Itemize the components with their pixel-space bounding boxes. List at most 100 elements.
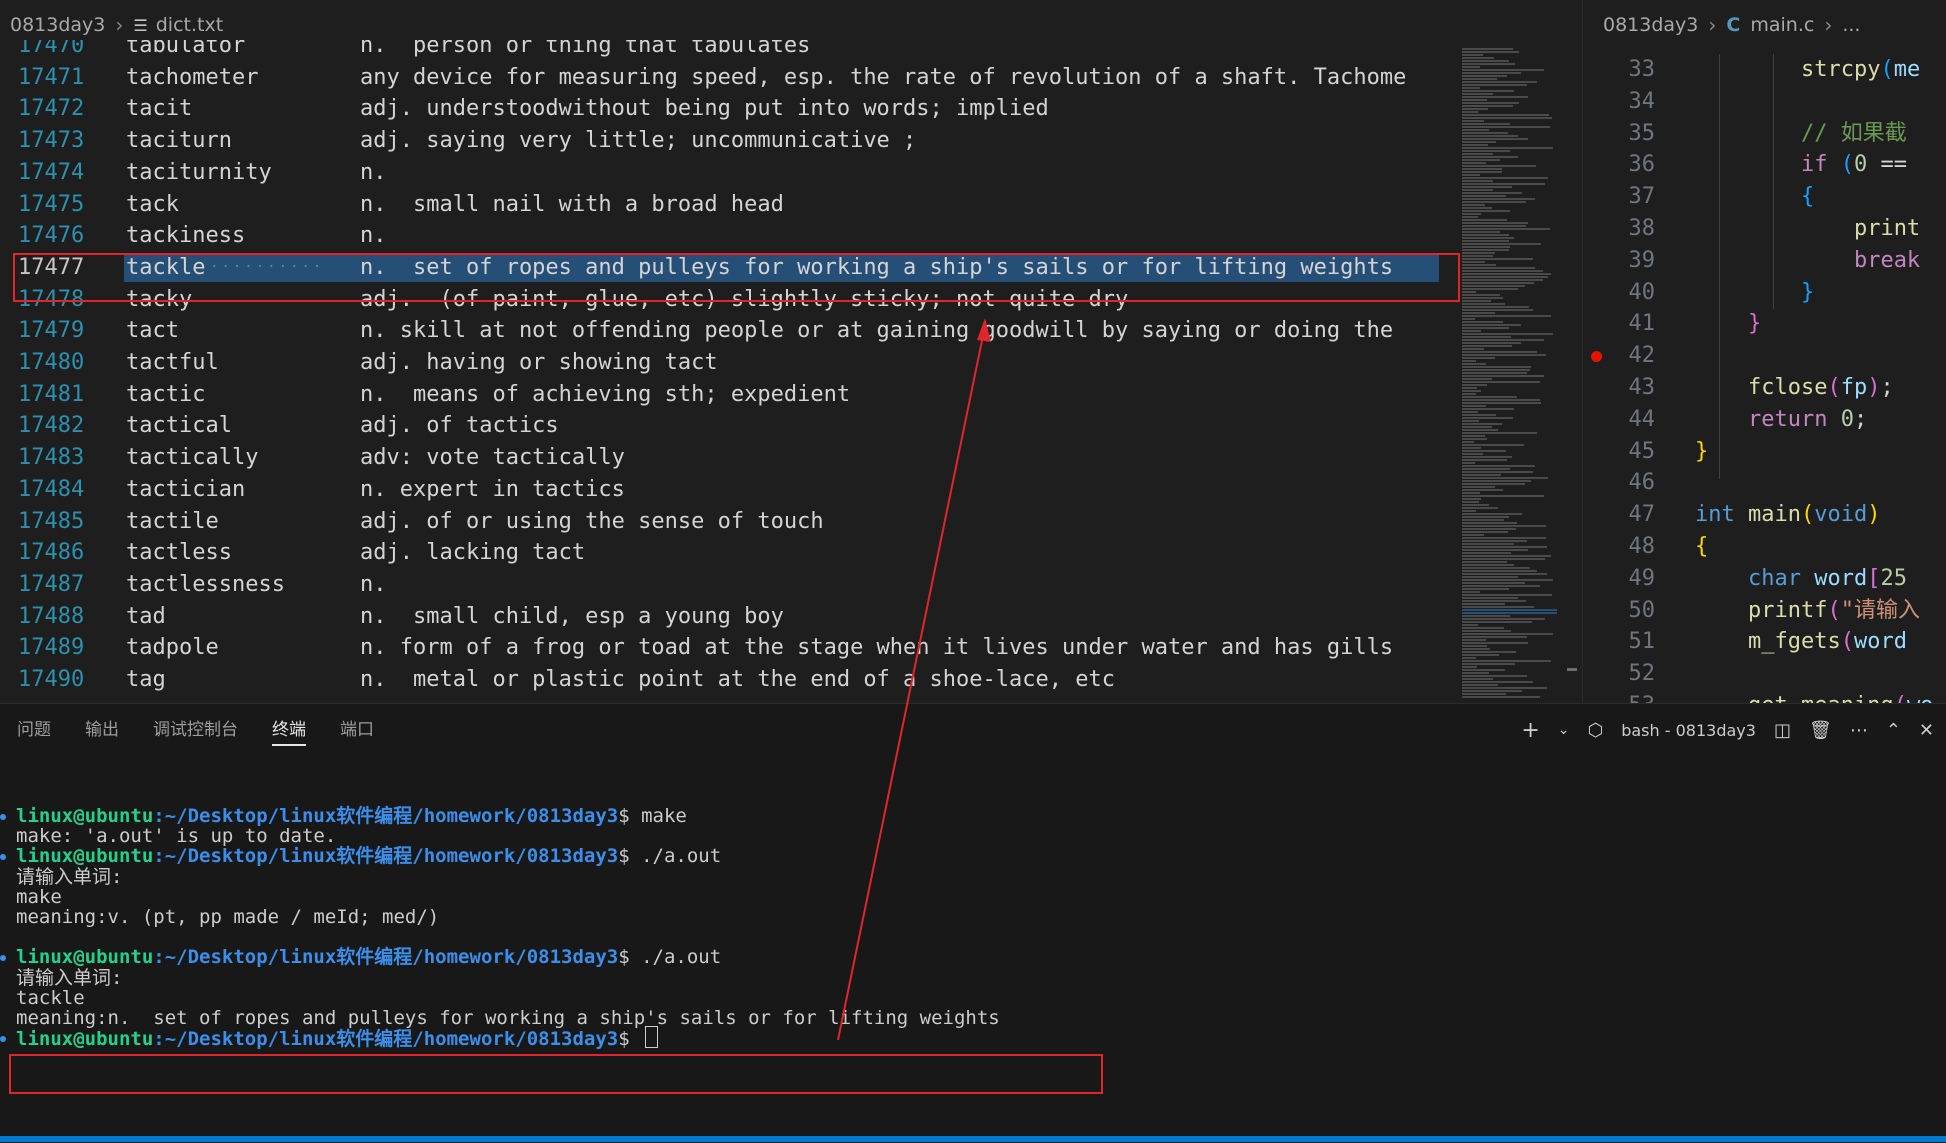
dict-line[interactable]: 17474 taciturnity n. (0, 157, 1460, 189)
code-line[interactable]: 45} (1583, 436, 1946, 468)
tab-3[interactable]: 终端 (255, 704, 323, 756)
code-line[interactable]: 41 } (1583, 308, 1946, 340)
terminal-name[interactable]: bash - 0813day3 (1621, 721, 1756, 740)
minimap-line (1462, 495, 1545, 497)
dict-line[interactable]: 17470 tabulator n. person or thing that ta… (0, 40, 1460, 62)
code-line[interactable]: 40 } (1583, 277, 1946, 309)
command-text: ./a.out (641, 946, 722, 969)
dict-line[interactable]: 17476 tackiness n. (0, 220, 1460, 252)
code-line[interactable]: 44 return 0; (1583, 404, 1946, 436)
dict-line[interactable]: 17472 tacit adj. understoodwithout being p… (0, 93, 1460, 125)
command-decoration-icon[interactable] (0, 955, 6, 962)
close-icon[interactable]: ✕ (1919, 720, 1934, 741)
code-line[interactable]: 49 char word[25 (1583, 563, 1946, 595)
dict-line[interactable]: 17471 tachometer any device for measuring … (0, 62, 1460, 94)
minimap-line (1462, 693, 1506, 695)
minimap-line (1462, 63, 1515, 65)
dict-line[interactable]: 17481 tactic n. means of achieving sth; ex… (0, 379, 1460, 411)
code-editor[interactable]: 0813day3 › C main.c › ... 33 strcpy(me 34… (1582, 0, 1946, 703)
tab-0[interactable]: 问题 (0, 704, 68, 756)
ellipsis-icon[interactable]: ⋯ (1850, 720, 1868, 741)
dict-line[interactable]: 17473 taciturn adj. saying very little; un… (0, 125, 1460, 157)
c-file-icon: C (1726, 14, 1741, 36)
dict-word: tactic (126, 381, 206, 407)
command-text: make (641, 805, 687, 827)
line-number: 41 (1628, 311, 1656, 337)
code-line[interactable]: 47 int main(void) (1583, 499, 1946, 531)
dict-line[interactable]: 17485 tactile adj. of or using the sense o… (0, 506, 1460, 538)
dict-line[interactable]: 17490 tag n. metal or plastic point at the… (0, 664, 1460, 696)
tab-2[interactable]: 调试控制台 (136, 704, 255, 756)
minimap-line (1462, 321, 1503, 323)
breadcrumb-more[interactable]: ... (1842, 14, 1860, 36)
minimap-line (1462, 486, 1496, 488)
code-line[interactable]: 51 m_fgets(word (1583, 626, 1946, 658)
dict-text-lines[interactable]: 17470 tabulator n. person or thing that ta… (0, 40, 1460, 703)
code-token: } (1695, 438, 1709, 464)
breadcrumb-folder[interactable]: 0813day3 (0, 14, 105, 36)
code-line[interactable]: 39 break (1583, 245, 1946, 277)
minimap-line (1462, 111, 1478, 113)
minimap[interactable] (1460, 48, 1565, 703)
minimap-line (1462, 159, 1501, 161)
code-text: get_meaning(wo (1695, 690, 1933, 703)
minimap-line (1462, 543, 1514, 545)
minimap-line (1462, 336, 1511, 338)
minimap-line (1462, 507, 1499, 509)
vertical-scrollbar[interactable] (1565, 48, 1579, 703)
plus-icon[interactable]: + (1521, 718, 1539, 743)
code-line[interactable]: 52 (1583, 658, 1946, 690)
dict-line[interactable]: 17484 tactician n. expert in tactics (0, 474, 1460, 506)
dict-line[interactable]: 17487 tactlessness n. (0, 569, 1460, 601)
code-line[interactable]: 36 if (0 == (1583, 149, 1946, 181)
tab-1[interactable]: 输出 (68, 704, 136, 756)
code-line[interactable]: 33 strcpy(me (1583, 54, 1946, 86)
chevron-up-icon[interactable]: ⌃ (1886, 720, 1901, 741)
chevron-right-icon: › (1824, 13, 1833, 37)
minimap-line (1462, 375, 1544, 377)
tab-4[interactable]: 端口 (323, 704, 391, 756)
dict-line[interactable]: 17488 tad n. small child, esp a young boy (0, 601, 1460, 633)
code-line[interactable]: 35 // 如果截 (1583, 118, 1946, 150)
breadcrumb-folder[interactable]: 0813day3 (1603, 14, 1698, 36)
code-line[interactable]: 53 get_meaning(wo (1583, 690, 1946, 703)
minimap-line (1462, 513, 1523, 515)
code-line[interactable]: 46 (1583, 467, 1946, 499)
code-line[interactable]: 34 (1583, 86, 1946, 118)
command-decoration-icon[interactable] (0, 854, 6, 861)
dict-line[interactable]: 17486 tactless adj. lacking tact (0, 537, 1460, 569)
line-number: 17483 (18, 445, 85, 471)
minimap-line (1462, 480, 1532, 482)
breadcrumb-file[interactable]: main.c (1750, 14, 1814, 36)
command-decoration-icon[interactable] (0, 1036, 6, 1043)
split-icon[interactable]: ◫ (1774, 720, 1791, 741)
code-line[interactable]: 48 { (1583, 531, 1946, 563)
dict-line[interactable]: 17482 tactical adj. of tactics (0, 410, 1460, 442)
line-number: 17487 (18, 571, 85, 597)
minimap-line (1462, 582, 1525, 584)
dict-line[interactable]: 17483 tactically adv: vote tactically (0, 442, 1460, 474)
code-line[interactable]: 38 print (1583, 213, 1946, 245)
command-decoration-icon[interactable] (0, 814, 6, 820)
chevron-down-icon[interactable]: ⌄ (1558, 722, 1570, 738)
dict-word: tackiness (126, 223, 246, 249)
minimap-line (1462, 72, 1522, 74)
dict-line[interactable]: 17475 tack n. small nail with a broad head (0, 189, 1460, 221)
line-number: 17474 (18, 159, 85, 185)
dict-editor[interactable]: 0813day3 › ☰ dict.txt 17470 tabulator n. p… (0, 0, 1582, 703)
breadcrumb-file[interactable]: dict.txt (156, 14, 223, 36)
code-line[interactable]: 50 printf("请输入 (1583, 595, 1946, 627)
trash-icon[interactable]: 🗑 (1809, 720, 1832, 741)
dict-line[interactable]: 17489 tadpole n. form of a frog or toad at… (0, 632, 1460, 664)
minimap-line (1462, 687, 1547, 689)
scrollbar-thumb[interactable] (1567, 668, 1577, 671)
code-line[interactable]: 43 fclose(fp); (1583, 372, 1946, 404)
minimap-line (1462, 441, 1475, 443)
code-token: ) (1867, 375, 1881, 400)
dict-line[interactable]: 17479 tact n. skill at not offending peopl… (0, 315, 1460, 347)
code-line[interactable]: 37 { (1583, 181, 1946, 213)
minimap-line (1462, 525, 1547, 527)
code-line[interactable]: 42 (1583, 340, 1946, 372)
dict-line[interactable]: 17480 tactful adj. having or showing tact (0, 347, 1460, 379)
